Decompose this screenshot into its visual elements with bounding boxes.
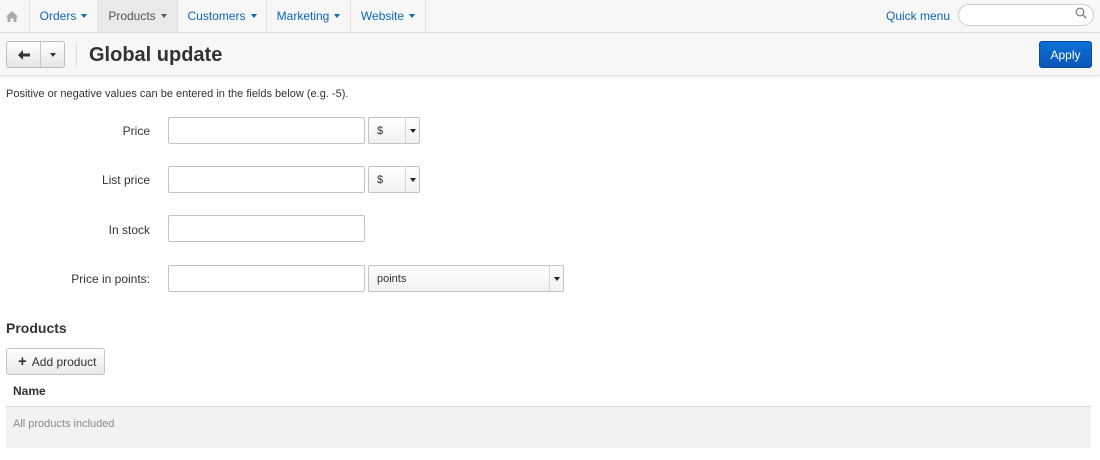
chevron-down-icon bbox=[549, 266, 563, 291]
nav-orders[interactable]: Orders bbox=[29, 0, 97, 32]
nav-orders-label: Orders bbox=[39, 9, 77, 23]
in-stock-label: In stock bbox=[108, 223, 150, 237]
search-icon[interactable] bbox=[1075, 7, 1087, 19]
list-price-label: List price bbox=[101, 173, 150, 187]
page-header: Global update Apply bbox=[0, 33, 1100, 76]
home-icon[interactable] bbox=[0, 0, 24, 32]
chevron-down-icon bbox=[405, 167, 419, 192]
nav-website[interactable]: Website bbox=[350, 0, 426, 32]
plus-icon: + bbox=[18, 353, 27, 370]
nav-products[interactable]: Products bbox=[97, 0, 177, 32]
form-hint: Positive or negative values can be enter… bbox=[6, 88, 349, 100]
in-stock-input[interactable] bbox=[168, 215, 365, 242]
chevron-down-icon bbox=[409, 14, 416, 18]
add-product-label: Add product bbox=[31, 354, 97, 369]
apply-button[interactable]: Apply bbox=[1039, 41, 1092, 68]
points-unit-value: points bbox=[377, 273, 407, 285]
chevron-down-icon bbox=[405, 118, 419, 143]
table-row: All products included bbox=[6, 407, 1091, 448]
arrow-left-icon bbox=[17, 49, 30, 60]
back-button-group bbox=[6, 41, 65, 68]
list-price-unit-value: $ bbox=[377, 174, 384, 186]
list-price-unit-select[interactable]: $ bbox=[368, 166, 420, 193]
nav-customers-label: Customers bbox=[187, 9, 246, 23]
points-unit-select[interactable]: points bbox=[368, 265, 564, 292]
nav-products-label: Products bbox=[108, 9, 156, 23]
search-input[interactable] bbox=[958, 4, 1094, 26]
price-unit-value: $ bbox=[377, 125, 384, 137]
quick-menu-link[interactable]: Quick menu bbox=[886, 9, 950, 23]
price-in-points-label: Price in points: bbox=[71, 272, 150, 286]
divider bbox=[76, 42, 77, 67]
empty-state-text: All products included bbox=[13, 418, 115, 430]
nav-customers[interactable]: Customers bbox=[177, 0, 266, 32]
back-button[interactable] bbox=[7, 42, 41, 67]
list-price-input[interactable] bbox=[168, 166, 365, 193]
add-product-button[interactable]: + Add product bbox=[6, 348, 105, 375]
chevron-down-icon bbox=[81, 14, 88, 18]
chevron-down-icon bbox=[160, 14, 167, 18]
products-section-title: Products bbox=[6, 320, 67, 336]
nav-marketing-label: Marketing bbox=[276, 9, 330, 23]
chevron-down-icon bbox=[334, 14, 341, 18]
price-unit-select[interactable]: $ bbox=[368, 117, 420, 144]
chevron-down-icon bbox=[49, 52, 56, 57]
nav-marketing[interactable]: Marketing bbox=[266, 0, 350, 32]
chevron-down-icon bbox=[250, 14, 257, 18]
top-navigation: Orders Products Customers Marketing Webs… bbox=[0, 0, 1100, 33]
nav-website-label: Website bbox=[360, 9, 405, 23]
column-header-name: Name bbox=[13, 384, 46, 398]
price-in-points-input[interactable] bbox=[168, 265, 365, 292]
history-dropdown-button[interactable] bbox=[41, 42, 64, 67]
price-label: Price bbox=[122, 124, 150, 138]
price-input[interactable] bbox=[168, 117, 365, 144]
page-title: Global update bbox=[89, 44, 223, 66]
